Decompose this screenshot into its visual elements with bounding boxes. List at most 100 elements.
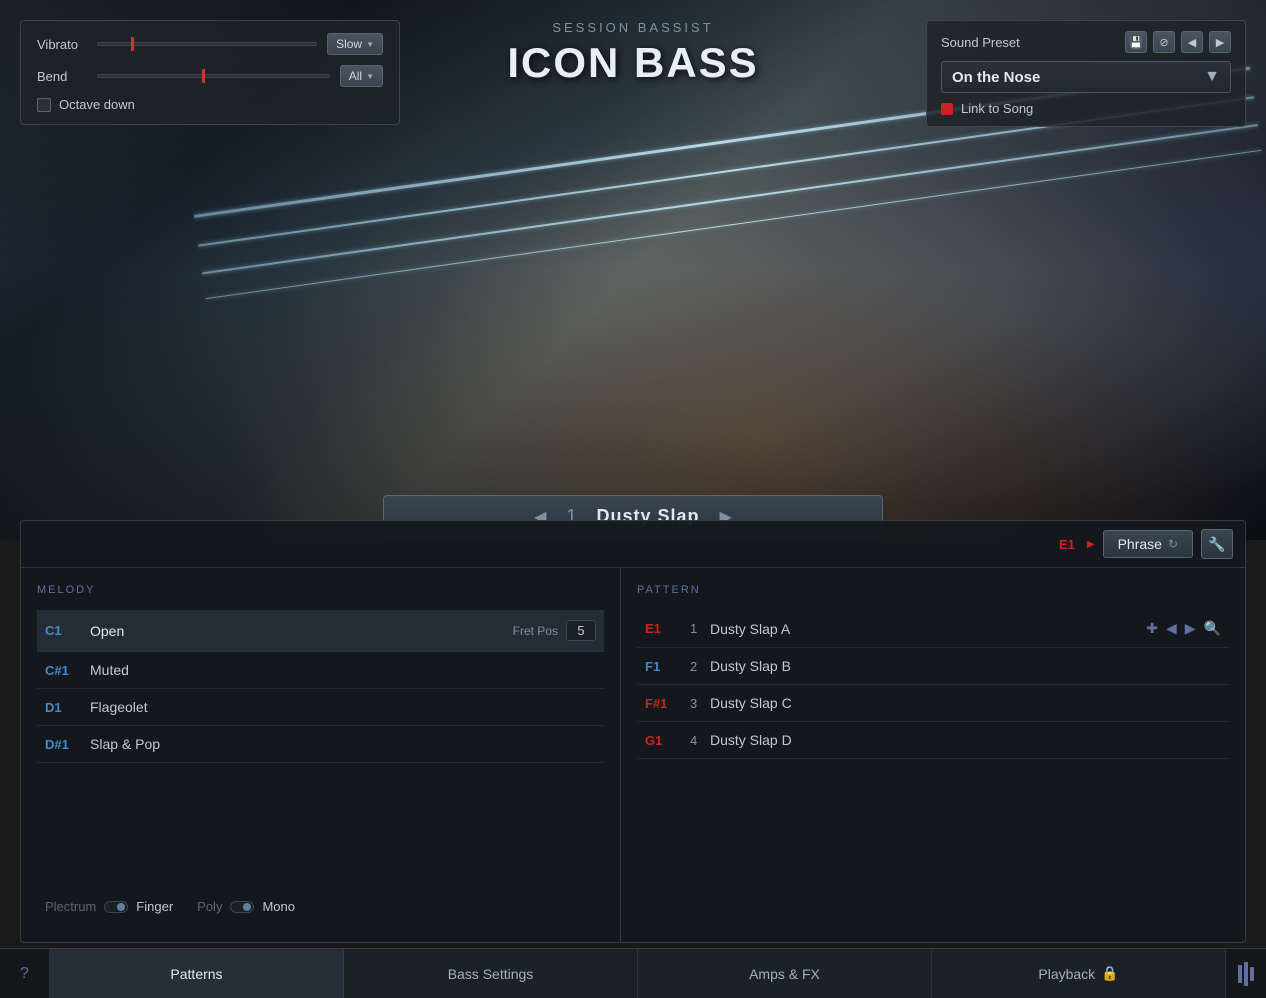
- pattern-num-1: 1: [690, 621, 710, 636]
- play-style-row: Plectrum Finger Poly Mono: [37, 887, 604, 926]
- app-subtitle: SESSION BASSIST: [507, 20, 758, 35]
- e1-arrow: ▶: [1087, 539, 1095, 550]
- search-pattern-icon[interactable]: 🔍: [1204, 620, 1221, 637]
- preset-name-dropdown[interactable]: On the Nose ▼: [941, 61, 1231, 93]
- tab-bass-settings[interactable]: Bass Settings: [344, 949, 638, 998]
- pattern-item[interactable]: F#1 3 Dusty Slap C: [637, 685, 1229, 722]
- poly-mono-toggle: Poly Mono: [197, 899, 295, 914]
- poly-mono-toggle-switch[interactable]: [230, 901, 254, 913]
- bend-row: Bend All ▼: [37, 65, 383, 87]
- help-button[interactable]: ?: [0, 949, 50, 998]
- pattern-name-dusty-slap-d: Dusty Slap D: [710, 732, 1221, 748]
- pattern-title: PATTERN: [637, 584, 1229, 596]
- bend-range-dropdown[interactable]: All ▼: [340, 65, 383, 87]
- bend-label: Bend: [37, 69, 87, 84]
- sound-preset-header: Sound Preset 💾 ⊘ ◀ ▶: [941, 31, 1231, 53]
- tab-amps-fx-label: Amps & FX: [749, 966, 820, 982]
- fret-pos-label: Fret Pos: [513, 624, 558, 638]
- melody-section: MELODY C1 Open Fret Pos 5 C#1 Muted: [21, 568, 621, 942]
- melody-name-slap: Slap & Pop: [90, 736, 596, 752]
- pattern-name-dusty-slap-a: Dusty Slap A: [710, 621, 1146, 637]
- melody-name-open: Open: [90, 623, 513, 639]
- next-pattern-icon[interactable]: ▶: [1185, 620, 1196, 637]
- melody-item[interactable]: C#1 Muted: [37, 652, 604, 689]
- prev-pattern-icon[interactable]: ◀: [1166, 620, 1177, 637]
- next-preset-button[interactable]: ▶: [1209, 31, 1231, 53]
- plectrum-finger-toggle-switch[interactable]: [104, 901, 128, 913]
- meter-button[interactable]: [1226, 949, 1266, 998]
- melody-list: C1 Open Fret Pos 5 C#1 Muted D1 Flageole…: [37, 610, 604, 887]
- link-to-song-row: Link to Song: [941, 101, 1231, 116]
- tab-amps-fx[interactable]: Amps & FX: [638, 949, 932, 998]
- preset-icons: 💾 ⊘ ◀ ▶: [1125, 31, 1231, 53]
- guitar-string-4: [206, 150, 1262, 299]
- fret-pos-container: Fret Pos 5: [513, 620, 596, 641]
- pattern-note-e1: E1: [645, 621, 690, 636]
- clear-preset-button[interactable]: ⊘: [1153, 31, 1175, 53]
- link-to-song-label: Link to Song: [961, 101, 1033, 116]
- melody-note-d1: D1: [45, 700, 90, 715]
- melody-name-flageolet: Flageolet: [90, 699, 596, 715]
- tab-bass-settings-label: Bass Settings: [448, 966, 534, 982]
- vibrato-speed-dropdown[interactable]: Slow ▼: [327, 33, 383, 55]
- finger-label: Finger: [136, 899, 173, 914]
- fret-pos-value[interactable]: 5: [566, 620, 596, 641]
- melody-title: MELODY: [37, 584, 604, 596]
- bend-dropdown-arrow: ▼: [366, 72, 374, 81]
- phrase-button[interactable]: Phrase ↻: [1103, 530, 1193, 558]
- melody-item[interactable]: D1 Flageolet: [37, 689, 604, 726]
- pattern-num-2: 2: [690, 659, 710, 674]
- phrase-bar: E1 ▶ Phrase ↻ 🔧: [21, 521, 1245, 567]
- vibrato-slider[interactable]: [97, 42, 317, 46]
- app-title-block: SESSION BASSIST ICON BASS: [507, 20, 758, 87]
- pattern-note-g1: G1: [645, 733, 690, 748]
- melody-item[interactable]: D#1 Slap & Pop: [37, 726, 604, 763]
- melody-name-muted: Muted: [90, 662, 596, 678]
- pattern-list: E1 1 Dusty Slap A ✚ ◀ ▶ 🔍 F1 2 Dusty Sla…: [637, 610, 1229, 926]
- phrase-label: Phrase: [1118, 536, 1162, 552]
- plectrum-label: Plectrum: [45, 899, 96, 914]
- help-icon: ?: [20, 965, 29, 983]
- pattern-name-dusty-slap-c: Dusty Slap C: [710, 695, 1221, 711]
- pattern-num-3: 3: [690, 696, 710, 711]
- e1-indicator: E1: [1059, 537, 1075, 552]
- top-right-panel: Sound Preset 💾 ⊘ ◀ ▶ On the Nose ▼ Link …: [926, 20, 1246, 127]
- prev-icon: ◀: [1188, 36, 1196, 49]
- melody-note-c1: C1: [45, 623, 90, 638]
- guitar-string-3: [202, 124, 1258, 274]
- tab-playback-label: Playback: [1038, 966, 1095, 982]
- melody-note-ds1: D#1: [45, 737, 90, 752]
- melody-note-cs1: C#1: [45, 663, 90, 678]
- top-left-panel: Vibrato Slow ▼ Bend All ▼ Octave down: [20, 20, 400, 125]
- meter-bar-1: [1238, 965, 1242, 983]
- octave-down-row: Octave down: [37, 97, 383, 112]
- add-pattern-icon[interactable]: ✚: [1146, 620, 1158, 637]
- save-preset-button[interactable]: 💾: [1125, 31, 1147, 53]
- pattern-note-fs1: F#1: [645, 696, 690, 711]
- vibrato-row: Vibrato Slow ▼: [37, 33, 383, 55]
- bend-thumb: [202, 69, 205, 83]
- tab-playback[interactable]: Playback 🔒: [932, 949, 1226, 998]
- wrench-icon: 🔧: [1208, 536, 1225, 553]
- pattern-num-4: 4: [690, 733, 710, 748]
- preset-name: On the Nose: [952, 69, 1040, 86]
- meter-bar-2: [1244, 962, 1248, 986]
- octave-down-checkbox[interactable]: [37, 98, 51, 112]
- mono-label: Mono: [262, 899, 295, 914]
- prev-preset-button[interactable]: ◀: [1181, 31, 1203, 53]
- pattern-section: PATTERN E1 1 Dusty Slap A ✚ ◀ ▶ 🔍: [621, 568, 1245, 942]
- content-split: MELODY C1 Open Fret Pos 5 C#1 Muted: [21, 568, 1245, 942]
- bend-slider[interactable]: [97, 74, 330, 78]
- octave-down-label: Octave down: [59, 97, 135, 112]
- melody-item[interactable]: C1 Open Fret Pos 5: [37, 610, 604, 652]
- tab-patterns-label: Patterns: [170, 966, 222, 982]
- pattern-item[interactable]: F1 2 Dusty Slap B: [637, 648, 1229, 685]
- pattern-item[interactable]: E1 1 Dusty Slap A ✚ ◀ ▶ 🔍: [637, 610, 1229, 648]
- app-title: ICON BASS: [507, 39, 758, 87]
- tab-patterns[interactable]: Patterns: [50, 949, 344, 998]
- save-icon: 💾: [1129, 36, 1143, 49]
- pattern-item[interactable]: G1 4 Dusty Slap D: [637, 722, 1229, 759]
- pattern-actions-1: ✚ ◀ ▶ 🔍: [1146, 620, 1221, 637]
- wrench-button[interactable]: 🔧: [1201, 529, 1233, 559]
- link-to-song-indicator: [941, 103, 953, 115]
